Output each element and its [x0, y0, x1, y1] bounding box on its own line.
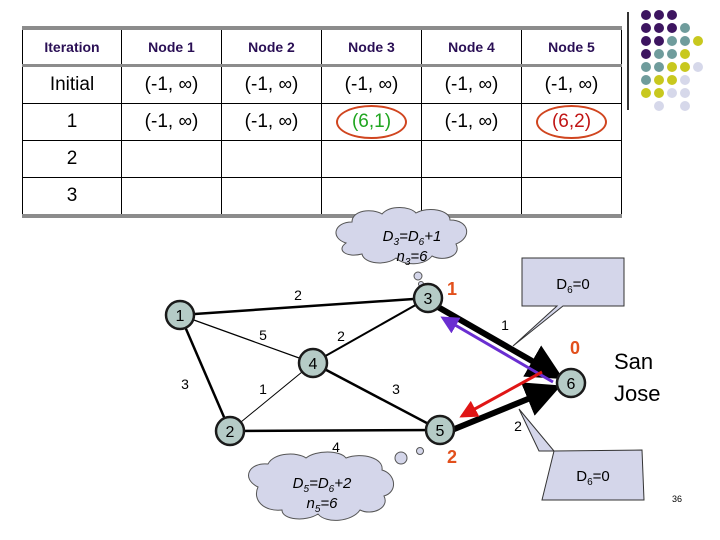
thought-cloud-d3 — [335, 207, 467, 287]
node-3-label: 3 — [424, 291, 433, 308]
weight-4-5: 3 — [392, 381, 400, 397]
distance-node-5: 2 — [447, 447, 457, 467]
network-graph: D6=0 D6=0 D3=D6+1 n3=6 D5=D6+2 n5=6 2 5 … — [164, 207, 682, 521]
node-4: 4 — [297, 347, 329, 379]
callout-d6-top-shape — [512, 257, 625, 347]
cloud-d3-line2: n3=6 — [396, 248, 428, 268]
destination-label-line1: San — [614, 349, 653, 374]
node-3: 3 — [412, 282, 444, 314]
node-4-label: 4 — [309, 356, 318, 373]
destination-label-line2: Jose — [614, 381, 660, 406]
node-1: 1 — [164, 299, 196, 331]
weight-3-6: 1 — [501, 317, 509, 333]
edge-2-4 — [229, 362, 314, 432]
node-2-label: 2 — [226, 424, 235, 441]
edge-1-4 — [179, 314, 314, 364]
edge-2-5 — [229, 428, 441, 433]
weight-2-4: 1 — [259, 381, 267, 397]
weight-1-4: 5 — [259, 327, 267, 343]
distance-node-3: 1 — [447, 279, 457, 299]
node-2: 2 — [214, 415, 246, 447]
weight-1-2: 3 — [181, 376, 189, 392]
weight-1-3: 2 — [294, 287, 302, 303]
edge-1-2 — [178, 314, 232, 432]
node-6-label: 6 — [567, 376, 576, 393]
callout-d6-bottom-shape — [518, 408, 645, 501]
weight-4-3: 2 — [337, 328, 345, 344]
edge-3-6 — [436, 304, 564, 379]
node-1-label: 1 — [176, 308, 185, 325]
weight-5-6: 2 — [514, 418, 522, 434]
weight-2-5: 4 — [332, 439, 340, 455]
edge-1-3 — [179, 296, 429, 317]
edge-4-5 — [312, 361, 441, 432]
node-5-label: 5 — [436, 423, 445, 440]
distance-node-6: 0 — [570, 338, 580, 358]
slide-number: 36 — [672, 494, 682, 504]
node-5: 5 — [424, 414, 456, 446]
edge-4-3 — [312, 297, 429, 364]
node-6: 6 — [555, 367, 587, 399]
